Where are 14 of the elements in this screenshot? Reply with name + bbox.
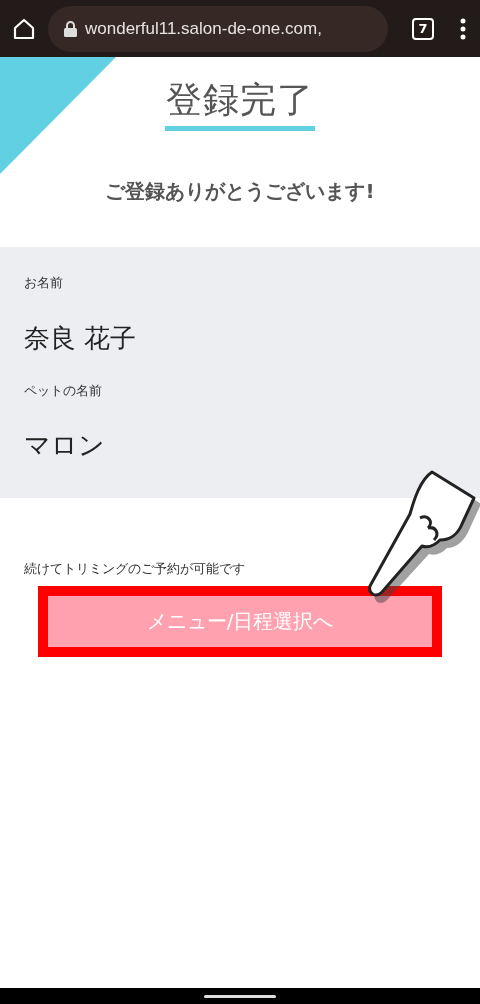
tab-count[interactable]: 7 xyxy=(412,17,434,40)
home-icon[interactable] xyxy=(12,16,36,41)
address-bar[interactable]: wonderful11.salon-de-one.com, xyxy=(48,5,388,52)
field-value: マロン xyxy=(24,429,106,462)
page-title: 登録完了 xyxy=(166,78,314,122)
menu-icon[interactable] xyxy=(458,16,468,41)
field-label: お名前 xyxy=(24,274,64,292)
field-value: 奈良 花子 xyxy=(24,321,138,355)
thanks-message: ご登録ありがとうございます! xyxy=(105,178,375,205)
field-label: ペットの名前 xyxy=(24,381,103,400)
note-text: 続けてトリミングのご予約が可能です xyxy=(23,560,246,578)
url-text: wonderful11.salon-de-one.com, xyxy=(85,17,322,40)
lock-icon xyxy=(64,20,77,37)
home-gesture-pill[interactable] xyxy=(204,994,276,998)
